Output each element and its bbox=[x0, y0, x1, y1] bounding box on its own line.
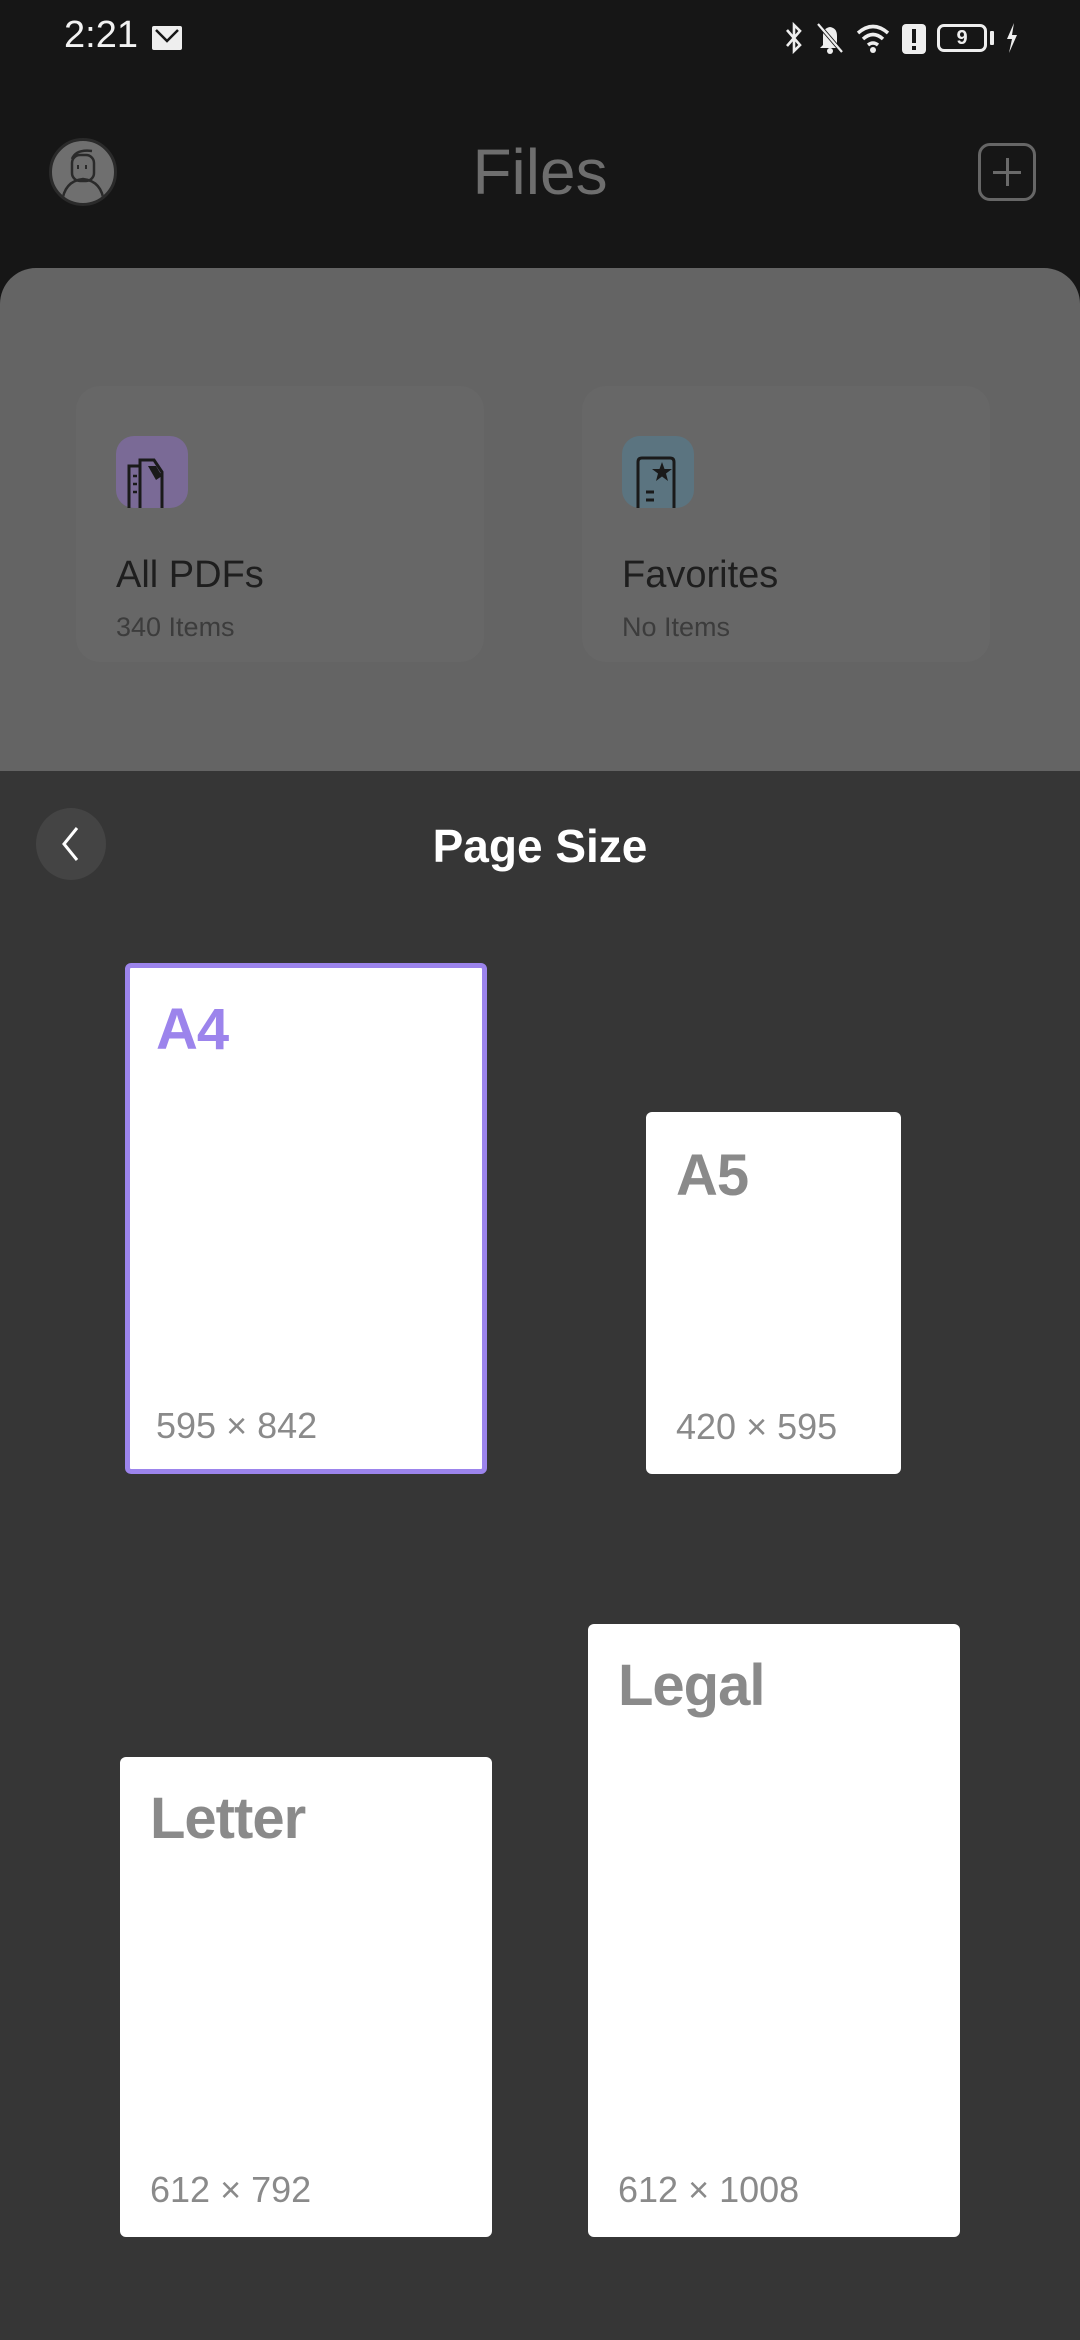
page-title: Files bbox=[472, 136, 608, 208]
plus-square-icon[interactable] bbox=[978, 143, 1036, 201]
alert-icon bbox=[902, 24, 926, 54]
main-content: All PDFs 340 Items Favorites No Items bbox=[0, 268, 1080, 788]
bell-muted-icon bbox=[816, 22, 844, 54]
battery-tip bbox=[990, 31, 994, 45]
page-size-sheet: Page Size A4 595 × 842 A5 420 × 595 Lett… bbox=[0, 771, 1080, 2340]
folder-card-favorites[interactable]: Favorites No Items bbox=[582, 386, 990, 662]
folder-name: Favorites bbox=[622, 554, 779, 596]
size-name: Legal bbox=[618, 1653, 765, 1718]
mail-icon bbox=[152, 26, 182, 50]
battery-icon: 9 bbox=[937, 24, 987, 52]
folder-count: No Items bbox=[622, 612, 731, 642]
bluetooth-icon bbox=[786, 21, 802, 55]
folder-name: All PDFs bbox=[116, 554, 264, 596]
status-bar: 2:21 9 bbox=[0, 0, 1080, 80]
size-dimensions: 420 × 595 bbox=[676, 1406, 838, 1447]
page-size-option-a5[interactable]: A5 420 × 595 bbox=[646, 1112, 901, 1474]
folder-count: 340 Items bbox=[116, 612, 235, 642]
page-size-option-a4[interactable]: A4 595 × 842 bbox=[125, 963, 487, 1474]
size-name: Letter bbox=[150, 1786, 306, 1851]
folder-card-all-pdfs[interactable]: All PDFs 340 Items bbox=[76, 386, 484, 662]
page-size-option-letter[interactable]: Letter 612 × 792 bbox=[120, 1757, 492, 2237]
sheet-title: Page Size bbox=[432, 820, 648, 872]
pdf-stack-icon bbox=[116, 436, 188, 508]
wifi-icon bbox=[856, 24, 890, 53]
battery-level: 9 bbox=[956, 27, 968, 49]
size-dimensions: 612 × 792 bbox=[150, 2169, 312, 2210]
status-time: 2:21 bbox=[64, 14, 138, 56]
size-dimensions: 612 × 1008 bbox=[618, 2169, 800, 2210]
size-name: A4 bbox=[156, 997, 229, 1062]
star-document-icon bbox=[622, 436, 694, 508]
size-name: A5 bbox=[676, 1143, 749, 1208]
status-icons: 9 bbox=[783, 20, 1020, 56]
charging-icon bbox=[1007, 23, 1017, 53]
size-dimensions: 595 × 842 bbox=[156, 1405, 318, 1446]
page-size-option-legal[interactable]: Legal 612 × 1008 bbox=[588, 1624, 960, 2237]
